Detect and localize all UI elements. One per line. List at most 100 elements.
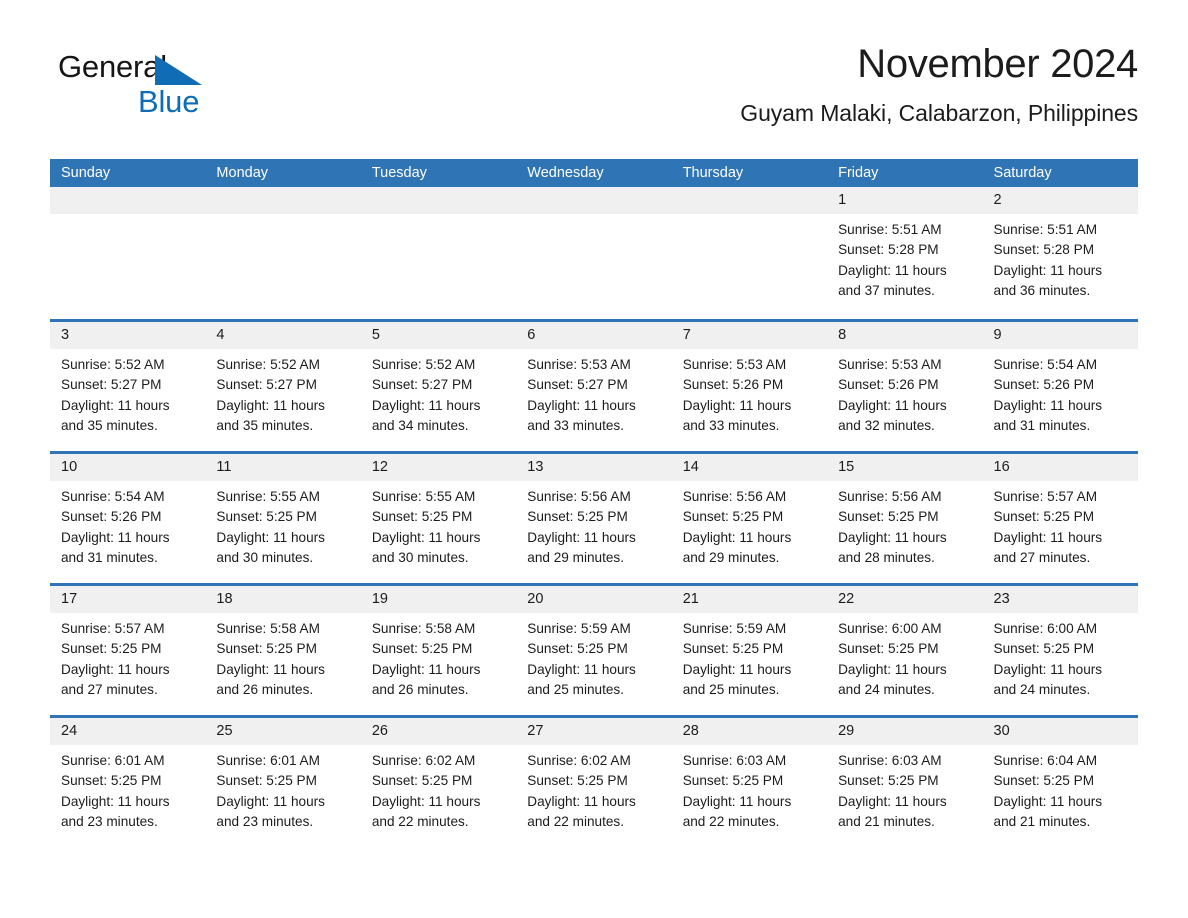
day-cell: 17 Sunrise: 5:57 AM Sunset: 5:25 PM Dayl… (50, 586, 206, 715)
daylight-text: Daylight: 11 hours and 36 minutes. (993, 262, 1103, 298)
day-number: 18 (205, 586, 361, 613)
day-details: Sunrise: 6:03 AM Sunset: 5:25 PM Dayligh… (827, 745, 982, 832)
sunset-text: Sunset: 5:25 PM (371, 509, 473, 525)
sunrise-text: Sunrise: 5:54 AM (993, 357, 1098, 372)
daylight-text: Daylight: 11 hours and 22 minutes. (371, 793, 481, 829)
day-number: 24 (50, 718, 206, 745)
daylight-text: Daylight: 11 hours and 33 minutes. (527, 397, 636, 433)
day-cell: 1 Sunrise: 5:51 AM Sunset: 5:28 PM Dayli… (827, 187, 983, 319)
title-block: November 2024 Guyam Malaki, Calabarzon, … (438, 40, 1138, 128)
daylight-text: Daylight: 11 hours and 22 minutes. (682, 793, 792, 829)
day-cell: 15 Sunrise: 5:56 AM Sunset: 5:25 PM Dayl… (827, 454, 983, 583)
sunrise-text: Sunrise: 5:58 AM (216, 621, 320, 636)
daylight-text: Daylight: 11 hours and 29 minutes. (682, 529, 792, 565)
logo-text-blue: Blue (138, 84, 200, 119)
day-details: Sunrise: 5:59 AM Sunset: 5:25 PM Dayligh… (672, 613, 827, 700)
triangle-icon (155, 55, 202, 85)
daylight-text: Daylight: 11 hours and 21 minutes. (838, 793, 947, 829)
daylight-text: Daylight: 11 hours and 31 minutes. (993, 397, 1103, 433)
day-details: Sunrise: 6:02 AM Sunset: 5:25 PM Dayligh… (516, 745, 671, 832)
day-number (205, 187, 361, 214)
daylight-text: Daylight: 11 hours and 26 minutes. (371, 661, 481, 697)
daylight-text: Daylight: 11 hours and 26 minutes. (216, 661, 325, 697)
day-details: Sunrise: 5:54 AM Sunset: 5:26 PM Dayligh… (50, 481, 205, 568)
weekday-header-row: Sunday Monday Tuesday Wednesday Thursday… (50, 159, 1138, 187)
day-number: 8 (827, 322, 983, 349)
day-details: Sunrise: 5:53 AM Sunset: 5:27 PM Dayligh… (516, 349, 671, 436)
day-number: 23 (982, 586, 1138, 613)
day-details: Sunrise: 5:56 AM Sunset: 5:25 PM Dayligh… (516, 481, 671, 568)
day-number: 19 (360, 586, 517, 613)
daylight-text: Daylight: 11 hours and 27 minutes. (993, 529, 1103, 565)
sunset-text: Sunset: 5:25 PM (61, 641, 162, 657)
day-number: 4 (205, 322, 361, 349)
calendar-page: General Blue November 2024 Guyam Malaki,… (0, 0, 1188, 918)
sunrise-text: Sunrise: 5:59 AM (527, 621, 631, 636)
daylight-text: Daylight: 11 hours and 31 minutes. (61, 529, 170, 565)
day-cell (360, 187, 517, 319)
sunrise-text: Sunrise: 6:02 AM (371, 753, 476, 768)
day-details: Sunrise: 6:04 AM Sunset: 5:25 PM Dayligh… (983, 745, 1138, 832)
sunset-text: Sunset: 5:25 PM (682, 773, 784, 789)
daylight-text: Daylight: 11 hours and 27 minutes. (61, 661, 170, 697)
day-cell: 20 Sunrise: 5:59 AM Sunset: 5:25 PM Dayl… (516, 586, 672, 715)
sunset-text: Sunset: 5:26 PM (682, 377, 784, 393)
day-cell: 21 Sunrise: 5:59 AM Sunset: 5:25 PM Dayl… (671, 586, 828, 715)
day-cell: 28 Sunrise: 6:03 AM Sunset: 5:25 PM Dayl… (671, 718, 828, 847)
sunset-text: Sunset: 5:25 PM (993, 509, 1095, 525)
daylight-text: Daylight: 11 hours and 22 minutes. (527, 793, 636, 829)
day-details (205, 214, 360, 220)
daylight-text: Daylight: 11 hours and 25 minutes. (527, 661, 636, 697)
day-cell: 30 Sunrise: 6:04 AM Sunset: 5:25 PM Dayl… (982, 718, 1138, 847)
sunrise-text: Sunrise: 5:54 AM (61, 489, 165, 504)
day-number: 10 (50, 454, 206, 481)
day-cell (205, 187, 361, 319)
sunrise-text: Sunrise: 5:55 AM (371, 489, 476, 504)
page-title: November 2024 (857, 42, 1138, 86)
day-cell: 18 Sunrise: 5:58 AM Sunset: 5:25 PM Dayl… (205, 586, 361, 715)
day-details: Sunrise: 5:54 AM Sunset: 5:26 PM Dayligh… (983, 349, 1138, 436)
daylight-text: Daylight: 11 hours and 24 minutes. (993, 661, 1103, 697)
day-cell: 6 Sunrise: 5:53 AM Sunset: 5:27 PM Dayli… (516, 322, 672, 451)
sunset-text: Sunset: 5:25 PM (838, 509, 939, 525)
weekday-header-saturday: Saturday (993, 165, 1052, 181)
sunset-text: Sunset: 5:27 PM (216, 377, 317, 393)
day-details: Sunrise: 5:57 AM Sunset: 5:25 PM Dayligh… (983, 481, 1138, 568)
day-details: Sunrise: 5:52 AM Sunset: 5:27 PM Dayligh… (361, 349, 516, 436)
sunrise-text: Sunrise: 6:03 AM (682, 753, 787, 768)
daylight-text: Daylight: 11 hours and 32 minutes. (838, 397, 947, 433)
day-cell: 22 Sunrise: 6:00 AM Sunset: 5:25 PM Dayl… (827, 586, 983, 715)
daylight-text: Daylight: 11 hours and 30 minutes. (371, 529, 481, 565)
daylight-text: Daylight: 11 hours and 25 minutes. (682, 661, 792, 697)
day-details: Sunrise: 5:51 AM Sunset: 5:28 PM Dayligh… (827, 214, 982, 301)
day-cell: 26 Sunrise: 6:02 AM Sunset: 5:25 PM Dayl… (360, 718, 517, 847)
day-number: 7 (671, 322, 828, 349)
sunset-text: Sunset: 5:25 PM (216, 509, 317, 525)
day-cell: 7 Sunrise: 5:53 AM Sunset: 5:26 PM Dayli… (671, 322, 828, 451)
sunset-text: Sunset: 5:25 PM (682, 509, 784, 525)
day-cell: 10 Sunrise: 5:54 AM Sunset: 5:26 PM Dayl… (50, 454, 206, 583)
daylight-text: Daylight: 11 hours and 35 minutes. (216, 397, 325, 433)
day-cell: 27 Sunrise: 6:02 AM Sunset: 5:25 PM Dayl… (516, 718, 672, 847)
sunset-text: Sunset: 5:25 PM (216, 641, 317, 657)
sunset-text: Sunset: 5:27 PM (371, 377, 473, 393)
weekday-header-tuesday: Tuesday (371, 165, 427, 181)
generalblue-logo[interactable]: General Blue (58, 50, 358, 130)
day-number: 13 (516, 454, 672, 481)
sunrise-text: Sunrise: 5:59 AM (682, 621, 787, 636)
day-cell: 2 Sunrise: 5:51 AM Sunset: 5:28 PM Dayli… (982, 187, 1138, 319)
weekday-header-monday: Monday (216, 165, 269, 181)
day-number: 1 (827, 187, 983, 214)
day-number: 26 (360, 718, 517, 745)
day-cell: 13 Sunrise: 5:56 AM Sunset: 5:25 PM Dayl… (516, 454, 672, 583)
sunset-text: Sunset: 5:25 PM (527, 509, 628, 525)
day-number (516, 187, 672, 214)
sunrise-text: Sunrise: 6:01 AM (61, 753, 165, 768)
day-details (672, 214, 827, 220)
day-number: 9 (982, 322, 1138, 349)
daylight-text: Daylight: 11 hours and 35 minutes. (61, 397, 170, 433)
day-details (516, 214, 671, 220)
page-header: General Blue November 2024 Guyam Malaki,… (50, 40, 1138, 150)
day-details: Sunrise: 6:00 AM Sunset: 5:25 PM Dayligh… (827, 613, 982, 700)
day-cell: 12 Sunrise: 5:55 AM Sunset: 5:25 PM Dayl… (360, 454, 517, 583)
